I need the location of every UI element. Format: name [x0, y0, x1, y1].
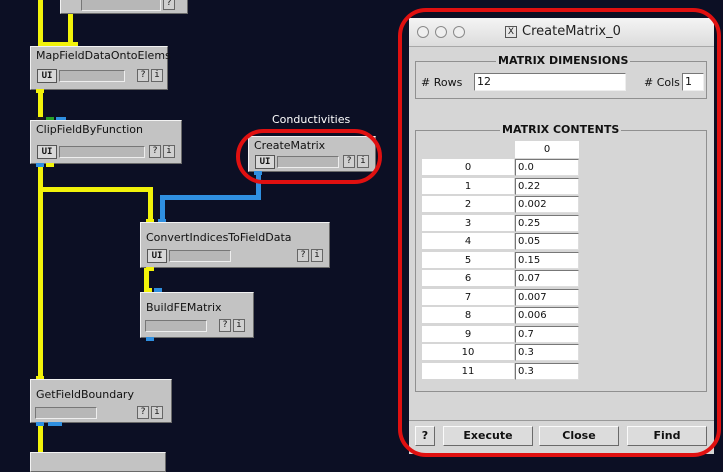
module-note-label: Conductivities [272, 113, 351, 126]
module-clipfieldbyfunction[interactable]: ClipFieldByFunction UI ? i [30, 120, 182, 164]
module-title: ConvertIndicesToFieldData [146, 231, 292, 244]
progress-bar [145, 320, 207, 332]
module-partial-top[interactable]: ? [60, 0, 188, 14]
module-title: BuildFEMatrix [146, 301, 222, 314]
progress-bar [169, 250, 231, 262]
wire-matrix-horizontal [160, 195, 261, 200]
progress-bar [59, 70, 125, 82]
info-button[interactable]: i [233, 319, 245, 332]
module-mapfielddata[interactable]: MapFieldDataOntoElems UI ? i [30, 46, 171, 90]
highlight-circle-module [236, 129, 382, 184]
port [46, 163, 54, 167]
info-button[interactable]: i [151, 406, 163, 419]
help-button[interactable]: ? [137, 69, 149, 82]
highlight-circle-dialog [398, 8, 721, 457]
help-button[interactable]: ? [163, 0, 175, 10]
module-convertindices[interactable]: ConvertIndicesToFieldData UI ? i [140, 222, 330, 268]
module-buildfematrix[interactable]: BuildFEMatrix ? i [140, 292, 254, 338]
module-partial-bottom[interactable] [30, 452, 166, 472]
port [48, 422, 62, 426]
ui-button[interactable]: UI [37, 145, 57, 159]
port [36, 422, 44, 426]
progress-bar [35, 407, 97, 419]
module-getfieldboundary[interactable]: GetFieldBoundary ? i [30, 379, 172, 423]
module-title: GetFieldBoundary [36, 388, 134, 401]
progress-bar [59, 146, 145, 158]
port [146, 267, 154, 271]
info-button[interactable]: i [163, 145, 175, 158]
module-title: ClipFieldByFunction [36, 123, 144, 136]
progress-bar [81, 0, 161, 11]
wire-to-convert [38, 187, 152, 192]
help-button[interactable]: ? [149, 145, 161, 158]
port [36, 89, 44, 93]
ui-button[interactable]: UI [37, 69, 57, 83]
info-button[interactable]: i [311, 249, 323, 262]
module-title: MapFieldDataOntoElems [36, 49, 171, 62]
help-button[interactable]: ? [297, 249, 309, 262]
ui-button[interactable]: UI [147, 249, 167, 263]
port [146, 337, 154, 341]
help-button[interactable]: ? [219, 319, 231, 332]
port [36, 163, 44, 167]
wire-convert-down [148, 187, 153, 223]
help-button[interactable]: ? [137, 406, 149, 419]
info-button[interactable]: i [151, 69, 163, 82]
